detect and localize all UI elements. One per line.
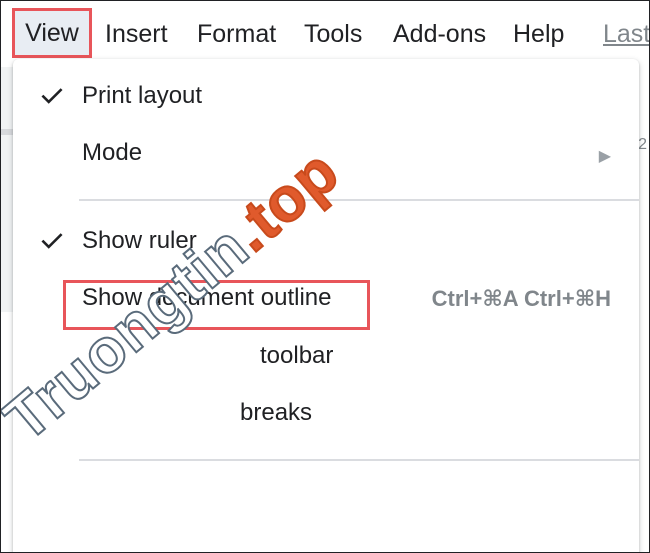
menu-item-label: toolbar <box>260 342 334 369</box>
document-background <box>1 67 13 312</box>
ruler-strip <box>1 129 13 135</box>
menu-view[interactable]: View <box>12 8 92 58</box>
menu-insert[interactable]: Insert <box>105 19 168 49</box>
menu-item-label: Mode <box>82 139 143 166</box>
menu-format[interactable]: Format <box>197 19 276 49</box>
submenu-arrow-icon: ▶ <box>598 148 611 165</box>
menu-separator <box>79 199 639 201</box>
check-icon <box>39 228 65 254</box>
menu-item-print-layout[interactable]: Print layout <box>13 71 639 127</box>
menu-tools[interactable]: Tools <box>304 19 362 49</box>
menu-add-ons[interactable]: Add-ons <box>393 19 486 49</box>
keyboard-shortcut: Ctrl+⌘A Ctrl+⌘H <box>431 286 611 311</box>
last-edit-link[interactable]: Last <box>603 19 649 49</box>
menu-bar: View Insert Format Tools Add-ons Help La… <box>1 1 649 67</box>
menu-item-label: Print layout <box>82 82 203 109</box>
ruler-number: 2 <box>638 136 647 153</box>
menu-separator <box>79 459 639 461</box>
app-frame: View Insert Format Tools Add-ons Help La… <box>0 0 650 553</box>
menu-help[interactable]: Help <box>513 19 564 49</box>
menu-item-show-ruler[interactable]: Show ruler <box>13 216 639 272</box>
menu-item-label: breaks <box>240 399 313 426</box>
check-icon <box>39 83 65 109</box>
